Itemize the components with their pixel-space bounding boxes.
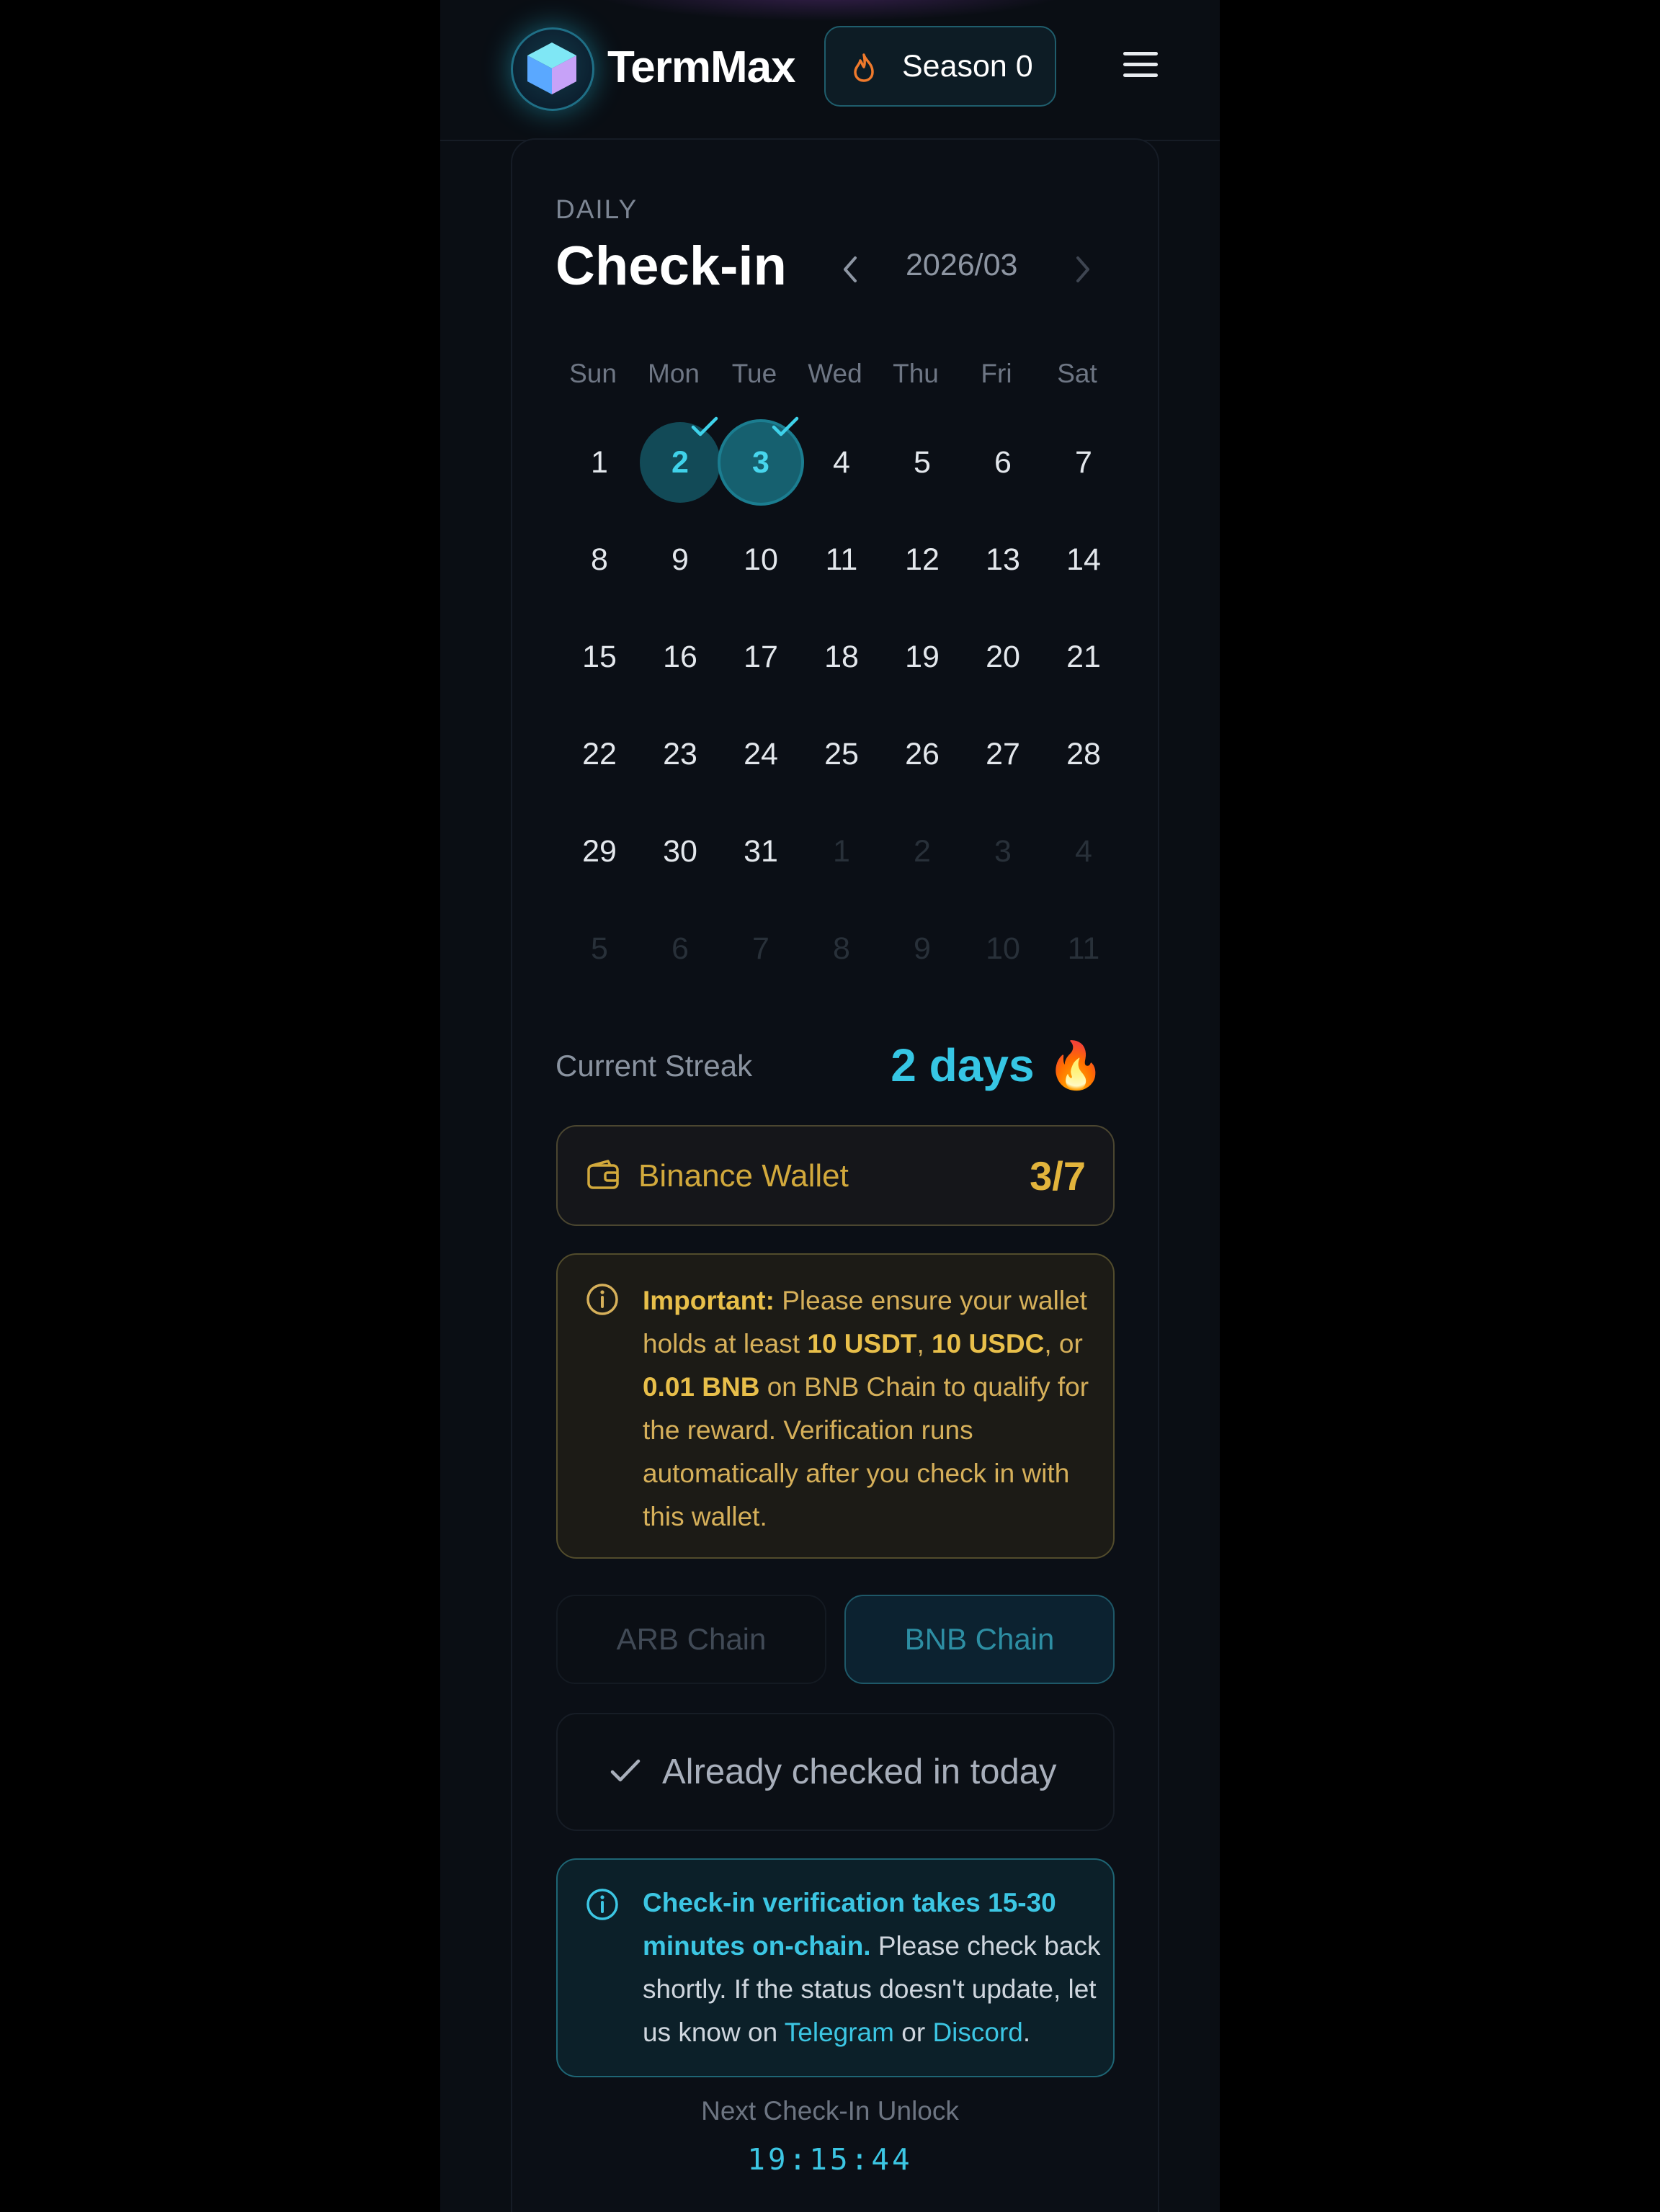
calendar-day[interactable]: 14 — [1043, 519, 1124, 600]
verification-text-part: . — [1022, 2018, 1031, 2047]
calendar-day[interactable]: 30 — [640, 811, 720, 892]
flame-icon — [854, 53, 874, 82]
verification-text-part: or — [893, 2018, 933, 2047]
verification-notice: Check-in verification takes 15-30 minute… — [556, 1858, 1115, 2077]
calendar-day[interactable]: 10 — [720, 519, 801, 600]
calendar-day: 2 — [914, 834, 931, 869]
app-screen: TermMax Season 0 DAILY Check-in 2026/03 … — [440, 0, 1220, 2212]
calendar-day[interactable]: 11 — [801, 519, 882, 600]
calendar-day: 1 — [833, 834, 850, 869]
important-notice: Important: Please ensure your wallet hol… — [556, 1253, 1115, 1559]
important-text-part: , or — [1044, 1329, 1083, 1358]
info-icon — [586, 1889, 618, 1920]
calendar-day: 4 — [1075, 834, 1092, 869]
calendar-day[interactable]: 26 — [882, 714, 963, 794]
info-icon — [586, 1284, 618, 1315]
calendar-day[interactable]: 25 — [801, 714, 882, 794]
calendar-day: 5 — [591, 931, 608, 966]
season-button[interactable]: Season 0 — [824, 26, 1056, 107]
calendar-day[interactable]: 4 — [801, 422, 882, 503]
checkin-status-label: Already checked in today — [662, 1752, 1057, 1791]
calendar-day[interactable]: 19 — [882, 617, 963, 697]
weekday-label: Wed — [808, 359, 862, 388]
bnb-amount: 0.01 BNB — [643, 1372, 760, 1402]
calendar-day[interactable]: 22 — [559, 714, 640, 794]
calendar-day[interactable]: 6 — [963, 422, 1043, 503]
check-icon — [691, 416, 718, 436]
weekday-label: Mon — [648, 359, 700, 388]
calendar-day[interactable]: 23 — [640, 714, 720, 794]
wallet-count: 3/7 — [1030, 1153, 1086, 1199]
calendar-day: 8 — [833, 931, 850, 966]
calendar-day[interactable]: 20 — [963, 617, 1043, 697]
calendar-day[interactable]: 24 — [720, 714, 801, 794]
important-text-part: , — [916, 1329, 932, 1358]
streak-label: Current Streak — [555, 1049, 753, 1083]
weekday-label: Tue — [731, 359, 777, 388]
important-text: Important: Please ensure your wallet hol… — [643, 1279, 1089, 1539]
page-title: Check-in — [555, 236, 787, 297]
calendar-day[interactable]: 5 — [882, 422, 963, 503]
calendar-day: 10 — [986, 931, 1020, 966]
calendar-day[interactable]: 12 — [882, 519, 963, 600]
discord-link[interactable]: Discord — [932, 2018, 1022, 2047]
check-icon — [772, 416, 799, 436]
calendar-day[interactable]: 21 — [1043, 617, 1124, 697]
calendar-day[interactable]: 18 — [801, 617, 882, 697]
calendar-day: 7 — [752, 931, 769, 966]
calendar-day[interactable]: 8 — [559, 519, 640, 600]
calendar-day[interactable]: 17 — [720, 617, 801, 697]
calendar-day[interactable]: 28 — [1043, 714, 1124, 794]
usdt-amount: 10 USDT — [807, 1329, 917, 1358]
calendar-day[interactable]: 27 — [963, 714, 1043, 794]
important-lead: Important: — [643, 1286, 775, 1315]
brand-name[interactable]: TermMax — [607, 42, 796, 93]
calendar-day: 11 — [1067, 931, 1100, 966]
calendar-day[interactable]: 15 — [559, 617, 640, 697]
telegram-link[interactable]: Telegram — [785, 2018, 894, 2047]
cube-logo-icon[interactable] — [511, 27, 594, 111]
streak-value: 2 days 🔥 — [891, 1039, 1105, 1091]
countdown-timer: 19:15:44 — [747, 2142, 913, 2177]
next-unlock-label: Next Check-In Unlock — [701, 2096, 959, 2126]
checkin-status-button[interactable]: Already checked in today — [556, 1713, 1115, 1831]
chevron-left-icon[interactable] — [841, 254, 860, 285]
calendar-day[interactable]: 9 — [640, 519, 720, 600]
weekday-label: Thu — [893, 359, 939, 388]
calendar-day[interactable]: 1 — [559, 422, 640, 503]
weekday-label: Fri — [981, 359, 1012, 388]
calendar-day: 6 — [671, 931, 689, 966]
weekday-label: Sun — [569, 359, 617, 388]
verification-text: Check-in verification takes 15-30 minute… — [643, 1881, 1104, 2054]
month-label: 2026/03 — [906, 248, 1018, 282]
calendar-day[interactable]: 7 — [1043, 422, 1124, 503]
section-eyebrow: DAILY — [555, 194, 638, 224]
chevron-right-icon[interactable] — [1074, 254, 1092, 285]
calendar-day[interactable]: 13 — [963, 519, 1043, 600]
bnb-chain-tab[interactable]: BNB Chain — [844, 1595, 1115, 1684]
season-label: Season 0 — [902, 49, 1033, 84]
arb-chain-tab[interactable]: ARB Chain — [556, 1595, 826, 1684]
check-icon — [610, 1759, 641, 1782]
wallet-row[interactable]: Binance Wallet 3/7 — [556, 1125, 1115, 1226]
usdc-amount: 10 USDC — [932, 1329, 1045, 1358]
top-header: TermMax Season 0 — [440, 0, 1220, 141]
calendar-day[interactable]: 16 — [640, 617, 720, 697]
wallet-name: Binance Wallet — [638, 1158, 849, 1194]
wallet-icon — [587, 1160, 619, 1189]
calendar-day[interactable]: 31 — [720, 811, 801, 892]
calendar-day: 9 — [914, 931, 931, 966]
calendar-day[interactable]: 29 — [559, 811, 640, 892]
weekday-label: Sat — [1057, 359, 1097, 388]
calendar-day: 3 — [994, 834, 1012, 869]
hamburger-menu-icon[interactable] — [1123, 52, 1158, 82]
